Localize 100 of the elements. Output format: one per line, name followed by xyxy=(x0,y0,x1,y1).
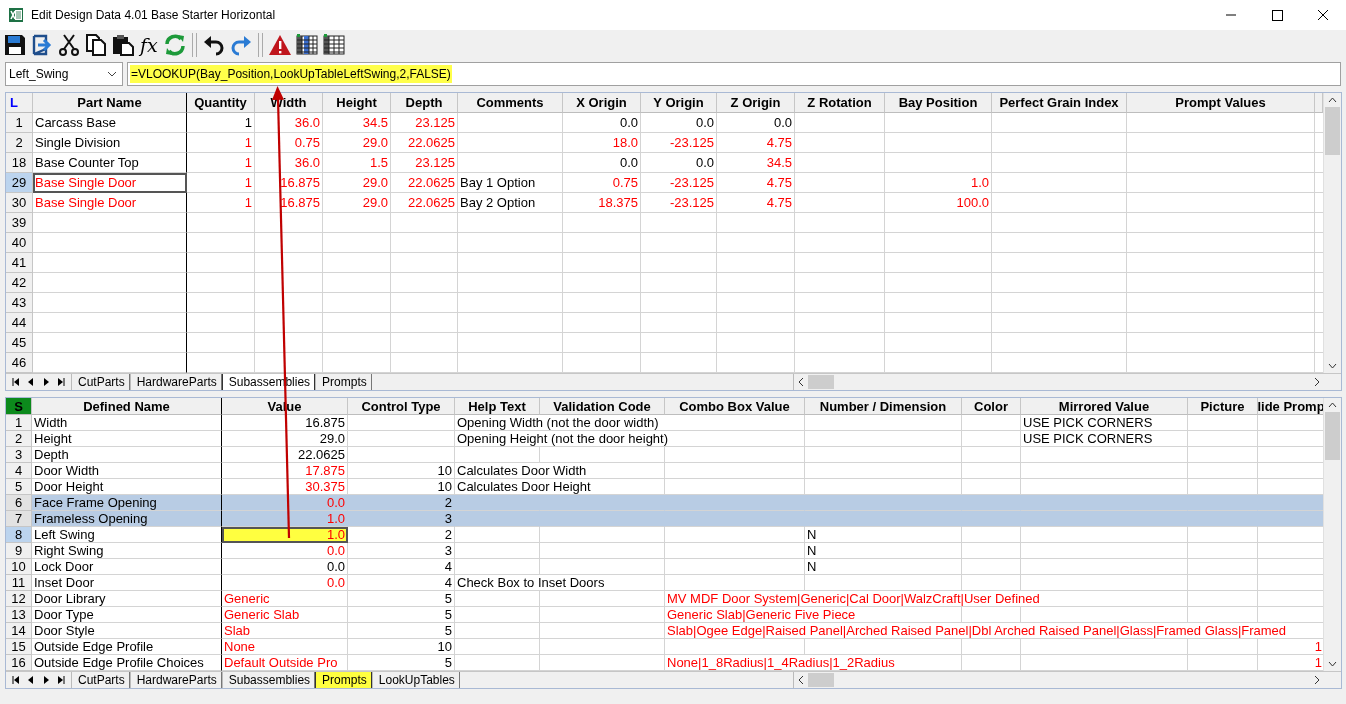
column-header[interactable]: Y Origin xyxy=(641,93,717,113)
row-header[interactable]: 7 xyxy=(6,511,32,527)
row-header[interactable]: 2 xyxy=(6,133,33,153)
table-cell: None xyxy=(222,639,348,655)
column-header[interactable]: Defined Name xyxy=(32,398,222,415)
column-header[interactable]: Height xyxy=(323,93,391,113)
row-header[interactable]: 41 xyxy=(6,253,33,273)
function-button[interactable]: fx xyxy=(138,33,160,57)
row-header[interactable]: 30 xyxy=(6,193,33,213)
row-header[interactable]: 9 xyxy=(6,543,32,559)
sheet-tab[interactable]: Prompts xyxy=(315,374,372,390)
column-header[interactable]: X Origin xyxy=(563,93,641,113)
row-header[interactable]: 43 xyxy=(6,293,33,313)
scroll-thumb[interactable] xyxy=(808,673,834,687)
column-header[interactable]: Prompt Values xyxy=(1127,93,1315,113)
formula-field[interactable]: =VLOOKUP(Bay_Position,LookUpTableLeftSwing,2,FALSE) xyxy=(127,62,1341,86)
window-title: Edit Design Data 4.01 Base Starter Horizontal xyxy=(31,8,276,22)
column-header[interactable]: Comments xyxy=(458,93,563,113)
row-header[interactable]: 15 xyxy=(6,639,32,655)
scroll-thumb[interactable] xyxy=(808,375,834,389)
refresh-icon[interactable] xyxy=(162,33,187,57)
table-cell: 36.0 xyxy=(255,113,323,133)
row-header[interactable]: 14 xyxy=(6,623,32,639)
column-header[interactable]: Color xyxy=(962,398,1021,415)
table-cell: 0.0 xyxy=(222,559,348,575)
row-header[interactable]: 16 xyxy=(6,655,32,671)
table-cell: Door Width xyxy=(32,463,222,479)
row-header[interactable]: 40 xyxy=(6,233,33,253)
table-cell: Face Frame Opening xyxy=(32,495,222,511)
row-header[interactable]: 44 xyxy=(6,313,33,333)
warning-icon[interactable] xyxy=(267,33,292,57)
row-header[interactable]: 1 xyxy=(6,415,32,431)
row-header[interactable]: 3 xyxy=(6,447,32,463)
cut-icon[interactable] xyxy=(57,33,81,57)
table-cell: Generic Slab|Generic Five Piece xyxy=(665,607,962,623)
sheet-tab[interactable]: CutParts xyxy=(71,374,130,390)
row-header[interactable]: 6 xyxy=(6,495,32,511)
column-header[interactable]: Z Rotation xyxy=(795,93,885,113)
column-header[interactable]: Quantity xyxy=(187,93,255,113)
table-cell: 4 xyxy=(348,575,455,591)
sheet-tab[interactable]: HardwareParts xyxy=(129,374,222,390)
row-header[interactable]: 4 xyxy=(6,463,32,479)
row-header[interactable]: 42 xyxy=(6,273,33,293)
sheet-tab[interactable]: HardwareParts xyxy=(129,672,222,688)
scroll-thumb[interactable] xyxy=(1325,412,1340,460)
row-header[interactable]: 8 xyxy=(6,527,32,543)
column-header[interactable]: Z Origin xyxy=(717,93,795,113)
column-header[interactable]: Depth xyxy=(391,93,458,113)
column-header[interactable]: Bay Position xyxy=(885,93,992,113)
column-header[interactable]: Part Name xyxy=(33,93,187,113)
table-cell: Right Swing xyxy=(32,543,222,559)
row-header[interactable]: 46 xyxy=(6,353,33,373)
select-all-corner[interactable]: L xyxy=(6,93,33,113)
table-cell: 2 xyxy=(348,527,455,543)
sheet-tab[interactable]: CutParts xyxy=(71,672,130,688)
name-box-dropdown[interactable]: Left_Swing xyxy=(5,62,123,86)
sheet-tab[interactable]: Prompts xyxy=(315,672,372,688)
column-header[interactable]: Perfect Grain Index xyxy=(992,93,1127,113)
table-cell: 3 xyxy=(348,543,455,559)
paste-icon[interactable] xyxy=(111,33,135,57)
vertical-scrollbar[interactable] xyxy=(1323,398,1341,671)
row-header[interactable]: 11 xyxy=(6,575,32,591)
column-header[interactable]: Validation Code xyxy=(540,398,665,415)
column-header[interactable]: Help Text xyxy=(455,398,540,415)
row-header[interactable]: 29 xyxy=(6,173,33,193)
table-cell: 0.75 xyxy=(255,133,323,153)
column-header[interactable]: Mirrored Value xyxy=(1021,398,1188,415)
row-header[interactable]: 13 xyxy=(6,607,32,623)
table-cell: 16.875 xyxy=(222,415,348,431)
table-cell: 22.0625 xyxy=(222,447,348,463)
row-header[interactable]: 10 xyxy=(6,559,32,575)
first-sheet-icon[interactable] xyxy=(10,674,22,686)
row-header[interactable]: 39 xyxy=(6,213,33,233)
row-header[interactable]: 45 xyxy=(6,333,33,353)
export-icon[interactable] xyxy=(30,33,54,57)
row-header[interactable]: 18 xyxy=(6,153,33,173)
copy-icon[interactable] xyxy=(84,33,108,57)
column-header[interactable]: Combo Box Value xyxy=(665,398,805,415)
sheet-tab[interactable]: LookUpTables xyxy=(371,672,460,688)
vertical-scrollbar[interactable] xyxy=(1323,93,1341,373)
table-cell: Bay 2 Option xyxy=(458,193,563,213)
last-sheet-icon[interactable] xyxy=(55,674,67,686)
last-sheet-icon[interactable] xyxy=(55,376,67,388)
scroll-thumb[interactable] xyxy=(1325,107,1340,155)
sheet-tab[interactable]: Subassemblies xyxy=(221,672,316,688)
row-header[interactable]: 5 xyxy=(6,479,32,495)
table-cell: 4.75 xyxy=(717,133,795,153)
dropdown-caret-icon[interactable] xyxy=(107,71,117,77)
table-cell: 0.0 xyxy=(563,153,641,173)
save-icon[interactable] xyxy=(3,33,27,57)
column-header[interactable]: Picture xyxy=(1188,398,1258,415)
row-header[interactable]: 1 xyxy=(6,113,33,133)
column-header[interactable]: Control Type xyxy=(348,398,455,415)
row-header[interactable]: 2 xyxy=(6,431,32,447)
column-header[interactable]: Number / Dimension xyxy=(805,398,962,415)
row-header[interactable]: 12 xyxy=(6,591,32,607)
grid-icon[interactable] xyxy=(294,33,319,57)
select-all-corner[interactable]: S xyxy=(6,398,32,415)
grid-icon[interactable] xyxy=(321,33,346,57)
first-sheet-icon[interactable] xyxy=(10,376,22,388)
